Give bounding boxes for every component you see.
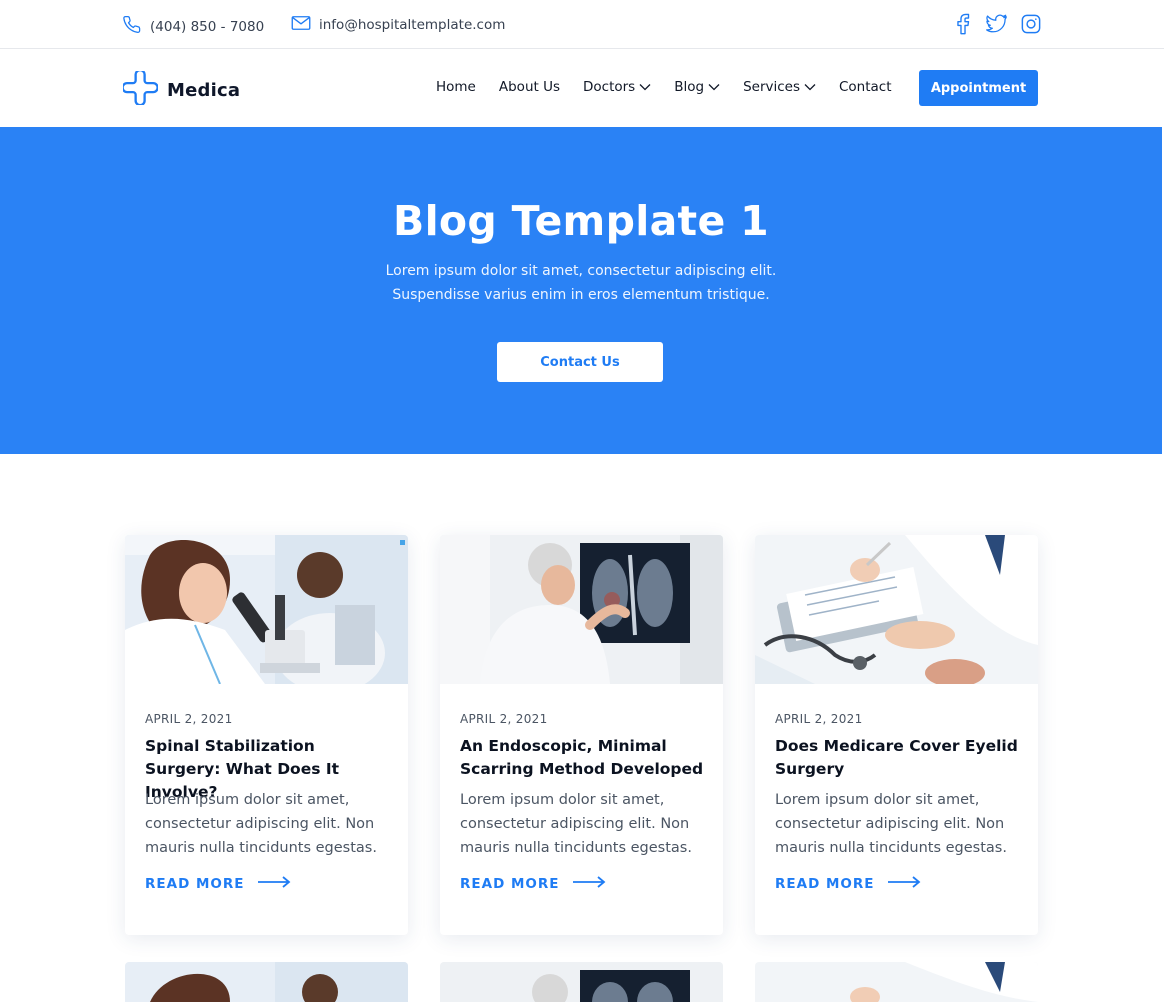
- mail-icon: [291, 15, 311, 35]
- nav-item-about-us[interactable]: About Us: [499, 79, 560, 95]
- post-excerpt: Lorem ipsum dolor sit amet, consectetur …: [775, 792, 1007, 856]
- medical-cross-logo-icon: [121, 68, 159, 109]
- blog-card-image-partial[interactable]: [755, 962, 1038, 1002]
- arrow-right-icon: [257, 876, 291, 892]
- arrow-right-icon: [887, 876, 921, 892]
- post-title[interactable]: An Endoscopic, Minimal Scarring Method D…: [460, 735, 710, 781]
- post-excerpt: Lorem ipsum dolor sit amet, consectetur …: [460, 792, 692, 856]
- hero-subtitle-line: Suspendisse varius enim in eros elementu…: [392, 287, 770, 303]
- blog-card-image[interactable]: [440, 535, 723, 684]
- nav-label: Contact: [839, 79, 892, 95]
- phone-contact[interactable]: (404) 850 - 7080: [123, 15, 264, 38]
- blog-card-image-partial[interactable]: [440, 962, 723, 1002]
- nav-item-services[interactable]: Services: [743, 79, 816, 95]
- email-contact[interactable]: info@hospitaltemplate.com: [291, 15, 505, 35]
- blog-card-image-partial[interactable]: [125, 962, 408, 1002]
- read-more-link[interactable]: READ MORE: [145, 876, 291, 892]
- read-more-label: READ MORE: [775, 876, 875, 892]
- blog-card[interactable]: APRIL 2, 2021 Does Medicare Cover Eyelid…: [755, 535, 1038, 935]
- social-links: [952, 13, 1042, 35]
- chevron-down-icon: [708, 79, 720, 95]
- nav-menu: Home About Us Doctors Blog Services Cont…: [436, 79, 892, 95]
- chevron-down-icon: [804, 79, 816, 95]
- logo-text: Medica: [167, 79, 241, 101]
- nav-label: Blog: [674, 79, 705, 95]
- read-more-label: READ MORE: [460, 876, 560, 892]
- blog-card-image[interactable]: [125, 535, 408, 684]
- twitter-icon[interactable]: [986, 13, 1008, 35]
- nav-item-contact[interactable]: Contact: [839, 79, 892, 95]
- facebook-icon[interactable]: [952, 13, 974, 35]
- read-more-link[interactable]: READ MORE: [775, 876, 921, 892]
- blog-card[interactable]: APRIL 2, 2021 Spinal Stabilization Surge…: [125, 535, 408, 935]
- phone-number: (404) 850 - 7080: [150, 18, 265, 35]
- post-date: APRIL 2, 2021: [460, 712, 548, 726]
- post-date: APRIL 2, 2021: [775, 712, 863, 726]
- blog-card[interactable]: APRIL 2, 2021 An Endoscopic, Minimal Sca…: [440, 535, 723, 935]
- arrow-right-icon: [572, 876, 606, 892]
- read-more-link[interactable]: READ MORE: [460, 876, 606, 892]
- blog-card-image[interactable]: [755, 535, 1038, 684]
- nav-label: Services: [743, 79, 800, 95]
- instagram-icon[interactable]: [1020, 13, 1042, 35]
- chevron-down-icon: [639, 79, 651, 95]
- post-title[interactable]: Does Medicare Cover Eyelid Surgery: [775, 735, 1025, 781]
- hero-subtitle: Lorem ipsum dolor sit amet, consectetur …: [0, 259, 1162, 307]
- hero-banner: Blog Template 1 Lorem ipsum dolor sit am…: [0, 127, 1162, 454]
- post-excerpt: Lorem ipsum dolor sit amet, consectetur …: [145, 792, 377, 856]
- nav-label: Home: [436, 79, 476, 95]
- main-navigation: Medica Home About Us Doctors Blog Servic…: [0, 50, 1164, 127]
- nav-item-blog[interactable]: Blog: [674, 79, 720, 95]
- read-more-label: READ MORE: [145, 876, 245, 892]
- nav-item-home[interactable]: Home: [436, 79, 476, 95]
- nav-item-doctors[interactable]: Doctors: [583, 79, 651, 95]
- hero-subtitle-line: Lorem ipsum dolor sit amet, consectetur …: [385, 263, 777, 279]
- email-address: info@hospitaltemplate.com: [319, 17, 506, 33]
- nav-label: About Us: [498, 79, 560, 95]
- page-title: Blog Template 1: [393, 197, 769, 245]
- logo[interactable]: Medica: [121, 68, 241, 109]
- contact-us-button[interactable]: Contact Us: [497, 342, 663, 382]
- phone-icon: [123, 15, 142, 38]
- nav-label: Doctors: [583, 79, 636, 95]
- appointment-button[interactable]: Appointment: [919, 70, 1038, 106]
- post-date: APRIL 2, 2021: [145, 712, 233, 726]
- top-bar: (404) 850 - 7080 info@hospitaltemplate.c…: [0, 0, 1164, 49]
